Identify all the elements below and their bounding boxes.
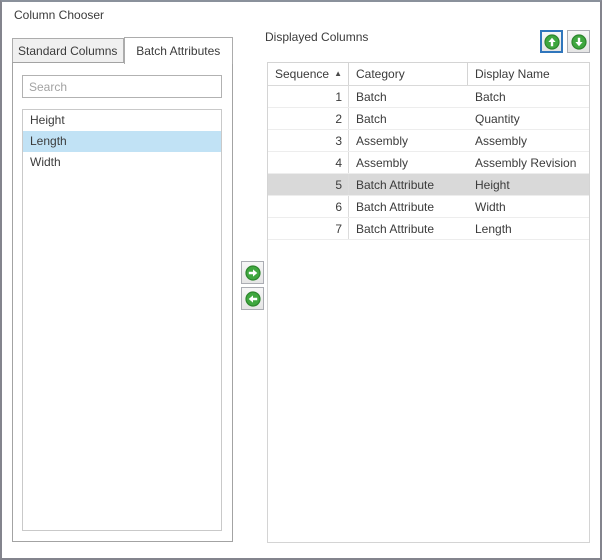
cell-display-name: Length: [468, 218, 589, 239]
grid-header-row: Sequence ▲ Category Display Name: [268, 63, 589, 86]
column-header-category[interactable]: Category: [349, 63, 468, 85]
cell-sequence: 1: [268, 86, 349, 107]
arrow-up-circle-icon: [544, 34, 560, 50]
attribute-list[interactable]: HeightLengthWidth: [22, 109, 222, 531]
arrow-left-circle-icon: [245, 291, 261, 307]
table-row[interactable]: 3 Assembly Assembly: [268, 130, 589, 152]
table-row[interactable]: 1 Batch Batch: [268, 86, 589, 108]
sort-ascending-icon: ▲: [334, 70, 342, 78]
cell-sequence: 3: [268, 130, 349, 151]
order-buttons: [540, 30, 590, 53]
cell-display-name: Quantity: [468, 108, 589, 129]
column-header-display-name-label: Display Name: [475, 67, 550, 81]
add-column-button[interactable]: [241, 261, 264, 284]
arrow-right-circle-icon: [245, 265, 261, 281]
tab-batch-attributes[interactable]: Batch Attributes: [124, 37, 234, 64]
arrow-down-circle-icon: [571, 34, 587, 50]
table-row[interactable]: 2 Batch Quantity: [268, 108, 589, 130]
transfer-buttons: [241, 261, 264, 310]
cell-display-name: Height: [468, 174, 589, 195]
search-input[interactable]: [22, 75, 222, 98]
cell-display-name: Batch: [468, 86, 589, 107]
source-columns-panel: Standard Columns Batch Attributes Height…: [12, 36, 233, 542]
cell-display-name: Assembly: [468, 130, 589, 151]
cell-display-name: Width: [468, 196, 589, 217]
cell-category: Batch: [349, 86, 468, 107]
table-row[interactable]: 7 Batch Attribute Length: [268, 218, 589, 240]
cell-category: Batch Attribute: [349, 218, 468, 239]
table-row[interactable]: 4 Assembly Assembly Revision: [268, 152, 589, 174]
page-title: Column Chooser: [14, 8, 104, 22]
cell-category: Batch Attribute: [349, 196, 468, 217]
cell-display-name: Assembly Revision: [468, 152, 589, 173]
cell-sequence: 5: [268, 174, 349, 195]
column-header-category-label: Category: [356, 67, 405, 81]
cell-category: Assembly: [349, 152, 468, 173]
cell-category: Assembly: [349, 130, 468, 151]
batch-attributes-tab-panel: HeightLengthWidth: [12, 62, 233, 542]
list-item[interactable]: Width: [23, 152, 221, 173]
column-header-display-name[interactable]: Display Name: [468, 63, 589, 85]
move-up-button[interactable]: [540, 30, 563, 53]
table-row[interactable]: 6 Batch Attribute Width: [268, 196, 589, 218]
cell-sequence: 2: [268, 108, 349, 129]
column-chooser-window: Column Chooser Standard Columns Batch At…: [0, 0, 602, 560]
displayed-columns-grid: Sequence ▲ Category Display Name 1 Batch…: [267, 62, 590, 543]
cell-sequence: 4: [268, 152, 349, 173]
cell-sequence: 6: [268, 196, 349, 217]
cell-category: Batch Attribute: [349, 174, 468, 195]
cell-category: Batch: [349, 108, 468, 129]
list-item[interactable]: Height: [23, 110, 221, 131]
cell-sequence: 7: [268, 218, 349, 239]
tab-strip: Standard Columns Batch Attributes: [12, 36, 233, 63]
table-row[interactable]: 5 Batch Attribute Height: [268, 174, 589, 196]
column-header-sequence[interactable]: Sequence ▲: [268, 63, 349, 85]
list-item[interactable]: Length: [23, 131, 221, 152]
move-down-button[interactable]: [567, 30, 590, 53]
remove-column-button[interactable]: [241, 287, 264, 310]
column-header-sequence-label: Sequence: [275, 67, 329, 81]
displayed-columns-title: Displayed Columns: [265, 30, 368, 44]
tab-standard-columns[interactable]: Standard Columns: [12, 38, 124, 63]
grid-body: 1 Batch Batch 2 Batch Quantity 3 Assembl…: [268, 86, 589, 240]
